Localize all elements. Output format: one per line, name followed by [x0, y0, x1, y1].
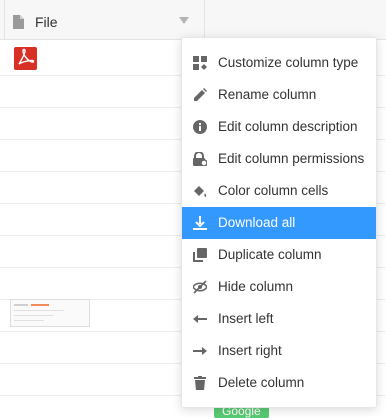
- pencil-icon: [194, 88, 207, 101]
- download-icon: [193, 216, 207, 230]
- menu-item-label: Edit column description: [218, 119, 358, 134]
- trash-icon: [194, 376, 206, 390]
- menu-item-edit-column-permissions[interactable]: Edit column permissions: [182, 143, 376, 175]
- menu-item-edit-column-description[interactable]: Edit column description: [182, 111, 376, 143]
- menu-item-label: Color column cells: [218, 183, 329, 198]
- menu-item-label: Download all: [218, 215, 296, 230]
- column-type-icon: [193, 56, 207, 70]
- menu-item-label: Customize column type: [218, 55, 359, 70]
- caret-down-icon[interactable]: [179, 17, 189, 24]
- column-header-title[interactable]: File: [35, 14, 58, 30]
- info-icon: [193, 120, 207, 134]
- menu-item-insert-right[interactable]: Insert right: [182, 335, 376, 367]
- arrow-right-icon: [193, 347, 207, 355]
- menu-item-insert-left[interactable]: Insert left: [182, 303, 376, 335]
- image-thumbnail[interactable]: [10, 299, 90, 327]
- menu-item-label: Delete column: [218, 375, 305, 390]
- pdf-file-icon[interactable]: [14, 47, 37, 70]
- duplicate-icon: [193, 248, 207, 262]
- menu-item-duplicate-column[interactable]: Duplicate column: [182, 239, 376, 271]
- menu-item-download-all[interactable]: Download all: [182, 207, 376, 239]
- arrow-left-icon: [193, 315, 207, 323]
- menu-item-customize-column-type[interactable]: Customize column type: [182, 47, 376, 79]
- menu-item-label: Hide column: [218, 279, 294, 294]
- menu-item-label: Insert right: [218, 343, 282, 358]
- menu-item-rename-column[interactable]: Rename column: [182, 79, 376, 111]
- menu-item-color-column-cells[interactable]: Color column cells: [182, 175, 376, 207]
- column-divider: [204, 0, 205, 39]
- menu-item-delete-column[interactable]: Delete column: [182, 367, 376, 399]
- column-header-row: File: [0, 0, 386, 40]
- menu-item-label: Duplicate column: [218, 247, 322, 262]
- paint-bucket-icon: [194, 186, 207, 197]
- column-context-menu: Customize column type Rename column Edit…: [181, 37, 377, 408]
- eye-off-icon: [193, 280, 207, 294]
- menu-item-label: Insert left: [218, 311, 274, 326]
- menu-item-label: Edit column permissions: [218, 151, 365, 166]
- lock-icon: [193, 152, 207, 166]
- menu-item-hide-column[interactable]: Hide column: [182, 271, 376, 303]
- menu-item-label: Rename column: [218, 87, 317, 102]
- column-divider: [4, 0, 5, 39]
- file-icon: [13, 15, 24, 29]
- data-grid: File Google Customize column type Rename…: [0, 0, 386, 418]
